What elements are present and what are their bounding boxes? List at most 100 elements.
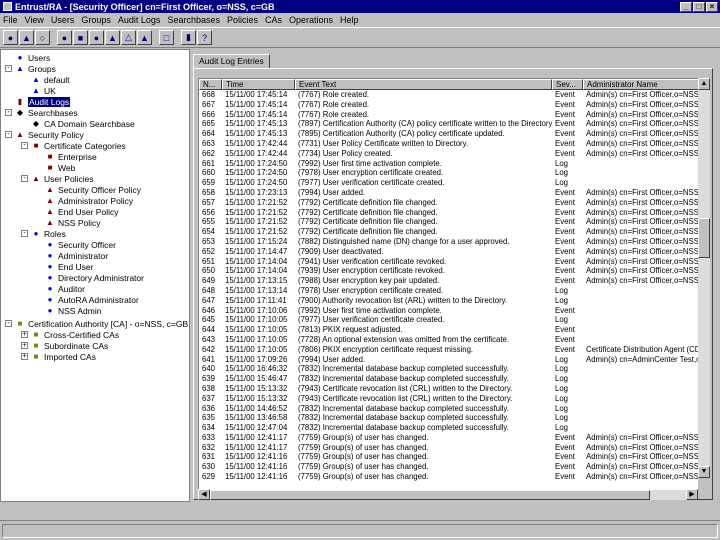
- menu-help[interactable]: Help: [340, 15, 359, 25]
- table-row[interactable]: 655 15/11/00 17:21:52 (7792) Certificate d…: [199, 217, 698, 227]
- menu-users[interactable]: Users: [51, 15, 75, 25]
- table-row[interactable]: 631 15/11/00 12:41:16 (7759) Group(s) of u…: [199, 452, 698, 462]
- lock-icon[interactable]: □: [159, 30, 174, 45]
- table-row[interactable]: 643 15/11/00 17:10:05 (7728) An optional e…: [199, 335, 698, 345]
- menu-audit-logs[interactable]: Audit Logs: [118, 15, 161, 25]
- table-row[interactable]: 658 15/11/00 17:23:13 (7994) User added. Ev…: [199, 188, 698, 198]
- help-icon[interactable]: ?: [197, 30, 212, 45]
- menu-searchbases[interactable]: Searchbases: [167, 15, 220, 25]
- tree-item-imported-cas[interactable]: ■ Imported CAs: [31, 351, 96, 362]
- tree-item-subordinate-cas[interactable]: ■ Subordinate CAs: [31, 340, 109, 351]
- table-row[interactable]: 668 15/11/00 17:45:14 (7767) Role created.…: [199, 90, 698, 100]
- menu-groups[interactable]: Groups: [81, 15, 111, 25]
- tab-audit-log-entries[interactable]: Audit Log Entries: [193, 54, 270, 68]
- collapse-icon[interactable]: -: [21, 230, 28, 237]
- tree-item-default[interactable]: ▲ default: [31, 74, 70, 85]
- close-button[interactable]: ×: [706, 1, 718, 12]
- user-icon[interactable]: ●: [3, 30, 18, 45]
- table-row[interactable]: 636 15/11/00 14:46:52 (7832) Incremental d…: [199, 404, 698, 414]
- collapse-icon[interactable]: -: [5, 109, 12, 116]
- table-row[interactable]: 630 15/11/00 12:41:16 (7759) Group(s) of u…: [199, 462, 698, 472]
- column-header-event-text[interactable]: Event Text: [295, 79, 552, 90]
- menu-file[interactable]: File: [3, 15, 18, 25]
- scroll-down-icon[interactable]: ▼: [698, 466, 710, 478]
- table-row[interactable]: 651 15/11/00 17:14:04 (7941) User verifica…: [199, 257, 698, 267]
- expand-icon[interactable]: +: [21, 331, 28, 338]
- tree-item-nss-policy[interactable]: ▲ NSS Policy: [45, 217, 100, 228]
- scroll-thumb[interactable]: [698, 218, 710, 258]
- table-row[interactable]: 652 15/11/00 17:14:47 (7909) User deactiva…: [199, 247, 698, 257]
- column-header-number[interactable]: N...: [199, 79, 222, 90]
- table-row[interactable]: 665 15/11/00 17:45:13 (7897) Certification…: [199, 119, 698, 129]
- column-header-severity[interactable]: Sev...: [552, 79, 583, 90]
- table-row[interactable]: 664 15/11/00 17:45:13 (7895) Certification…: [199, 129, 698, 139]
- tree-item-role-end-user[interactable]: ● End User: [45, 261, 94, 272]
- table-row[interactable]: 646 15/11/00 17:10:06 (7992) User first ti…: [199, 306, 698, 316]
- add-user-icon[interactable]: ●: [57, 30, 72, 45]
- group-tree-icon[interactable]: ▲: [105, 30, 120, 45]
- column-header-time[interactable]: Time: [222, 79, 295, 90]
- table-row[interactable]: 641 15/11/00 17:09:26 (7994) User added. Lo…: [199, 355, 698, 365]
- group-add-icon[interactable]: △: [121, 30, 136, 45]
- tree-item-security-policy[interactable]: ▲ Security Policy: [15, 129, 84, 140]
- tree-item-role-administrator[interactable]: ● Administrator: [45, 250, 109, 261]
- collapse-icon[interactable]: -: [5, 131, 12, 138]
- table-row[interactable]: 638 15/11/00 15:13:32 (7943) Certificate r…: [199, 384, 698, 394]
- column-header-administrator-name[interactable]: Administrator Name: [583, 79, 698, 90]
- tree-item-role-auditor[interactable]: ● Auditor: [45, 283, 85, 294]
- tree-item-certificate-categories[interactable]: ■ Certificate Categories: [31, 140, 126, 151]
- table-row[interactable]: 642 15/11/00 17:10:05 (7806) PKIX encrypti…: [199, 345, 698, 355]
- menu-operations[interactable]: Operations: [289, 15, 333, 25]
- expand-icon[interactable]: +: [21, 353, 28, 360]
- table-row[interactable]: 644 15/11/00 17:10:05 (7813) PKIX request …: [199, 325, 698, 335]
- tree-item-searchbases[interactable]: ◆ Searchbases: [15, 107, 78, 118]
- tree-item-certification-authority[interactable]: ■ Certification Authority [CA] - o=NSS, c…: [15, 318, 189, 329]
- table-row[interactable]: 633 15/11/00 12:41:17 (7759) Group(s) of u…: [199, 433, 698, 443]
- users-icon[interactable]: ■: [73, 30, 88, 45]
- tree-item-role-autora-administrator[interactable]: ● AutoRA Administrator: [45, 294, 139, 305]
- table-row[interactable]: 653 15/11/00 17:15:24 (7882) Distinguished…: [199, 237, 698, 247]
- table-row[interactable]: 659 15/11/00 17:24:50 (7977) User verifica…: [199, 178, 698, 188]
- tree-item-ca-domain-searchbase[interactable]: ◆ CA Domain Searchbase: [31, 118, 135, 129]
- tree-item-user-policies[interactable]: ▲ User Policies: [31, 173, 94, 184]
- horizontal-scrollbar[interactable]: ◀ ▶: [198, 489, 698, 500]
- group-people-icon[interactable]: ▲: [137, 30, 152, 45]
- minimize-button[interactable]: _: [680, 1, 692, 12]
- tree-item-uk[interactable]: ▲ UK: [31, 85, 56, 96]
- navigation-tree[interactable]: ● Users - ▲ Groups ▲ default ▲ UK ▮ Audit Log…: [0, 49, 190, 502]
- maximize-button[interactable]: □: [693, 1, 705, 12]
- collapse-icon[interactable]: -: [5, 65, 12, 72]
- table-row[interactable]: 667 15/11/00 17:45:14 (7767) Role created.…: [199, 100, 698, 110]
- table-row[interactable]: 660 15/11/00 17:24:50 (7978) User encrypti…: [199, 168, 698, 178]
- user-copy-icon[interactable]: ●: [89, 30, 104, 45]
- table-row[interactable]: 640 15/11/00 16:46:32 (7832) Incremental d…: [199, 364, 698, 374]
- table-row[interactable]: 654 15/11/00 17:21:52 (7792) Certificate d…: [199, 227, 698, 237]
- tree-item-users[interactable]: ● Users: [15, 52, 51, 63]
- book-icon[interactable]: ▮: [181, 30, 196, 45]
- table-row[interactable]: 661 15/11/00 17:24:50 (7992) User first ti…: [199, 159, 698, 169]
- menu-policies[interactable]: Policies: [227, 15, 258, 25]
- table-row[interactable]: 634 15/11/00 12:47:04 (7832) Incremental d…: [199, 423, 698, 433]
- tree-item-security-officer-policy[interactable]: ▲ Security Officer Policy: [45, 184, 141, 195]
- table-row[interactable]: 635 15/11/00 13:46:58 (7832) Incremental d…: [199, 413, 698, 423]
- table-row[interactable]: 663 15/11/00 17:42:44 (7731) User Policy C…: [199, 139, 698, 149]
- tree-item-web[interactable]: ■ Web: [45, 162, 76, 173]
- table-row[interactable]: 656 15/11/00 17:21:52 (7792) Certificate d…: [199, 208, 698, 218]
- tree-item-role-nss-admin[interactable]: ● NSS Admin: [45, 305, 102, 316]
- menu-cas[interactable]: CAs: [265, 15, 282, 25]
- tree-item-roles[interactable]: ● Roles: [31, 228, 66, 239]
- tree-item-role-directory-administrator[interactable]: ● Directory Administrator: [45, 272, 144, 283]
- table-row[interactable]: 649 15/11/00 17:13:15 (7988) User encrypti…: [199, 276, 698, 286]
- vertical-scrollbar[interactable]: ▲ ▼: [698, 78, 710, 478]
- collapse-icon[interactable]: -: [5, 320, 12, 327]
- tree-item-audit-logs[interactable]: ▮ Audit Logs: [15, 96, 71, 107]
- table-row[interactable]: 645 15/11/00 17:10:05 (7977) User verifica…: [199, 315, 698, 325]
- group-icon[interactable]: ▲: [19, 30, 34, 45]
- scroll-right-icon[interactable]: ▶: [686, 489, 698, 500]
- table-row[interactable]: 637 15/11/00 15:13:32 (7943) Certificate r…: [199, 394, 698, 404]
- table-row[interactable]: 629 15/11/00 12:41:16 (7759) Group(s) of u…: [199, 472, 698, 482]
- tree-item-groups[interactable]: ▲ Groups: [15, 63, 56, 74]
- collapse-icon[interactable]: -: [21, 142, 28, 149]
- horizontal-scroll-thumb[interactable]: [210, 490, 650, 500]
- table-row[interactable]: 648 15/11/00 17:13:14 (7978) User encrypti…: [199, 286, 698, 296]
